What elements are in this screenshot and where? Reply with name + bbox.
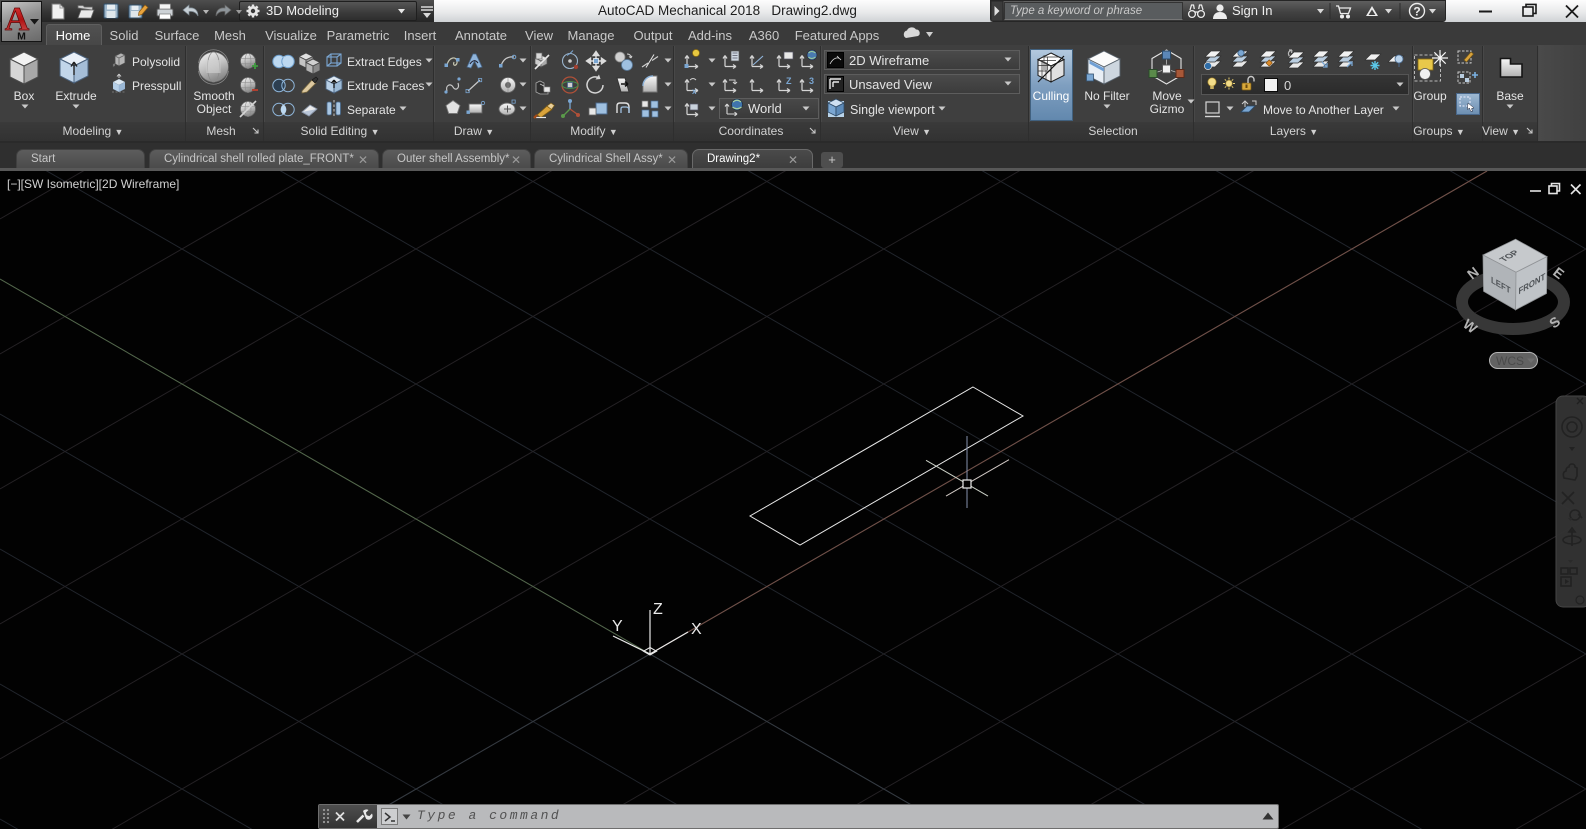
svg-text:Y: Y	[612, 618, 623, 635]
svg-text:Z: Z	[653, 601, 663, 618]
svg-text:?: ?	[1413, 5, 1420, 19]
svg-text:x: x	[692, 87, 697, 96]
svg-text:3: 3	[809, 76, 814, 86]
svg-text:X: X	[691, 621, 702, 638]
svg-text:M: M	[17, 31, 26, 43]
svg-text:WCS: WCS	[1496, 354, 1524, 368]
svg-text:Z: Z	[786, 76, 792, 86]
